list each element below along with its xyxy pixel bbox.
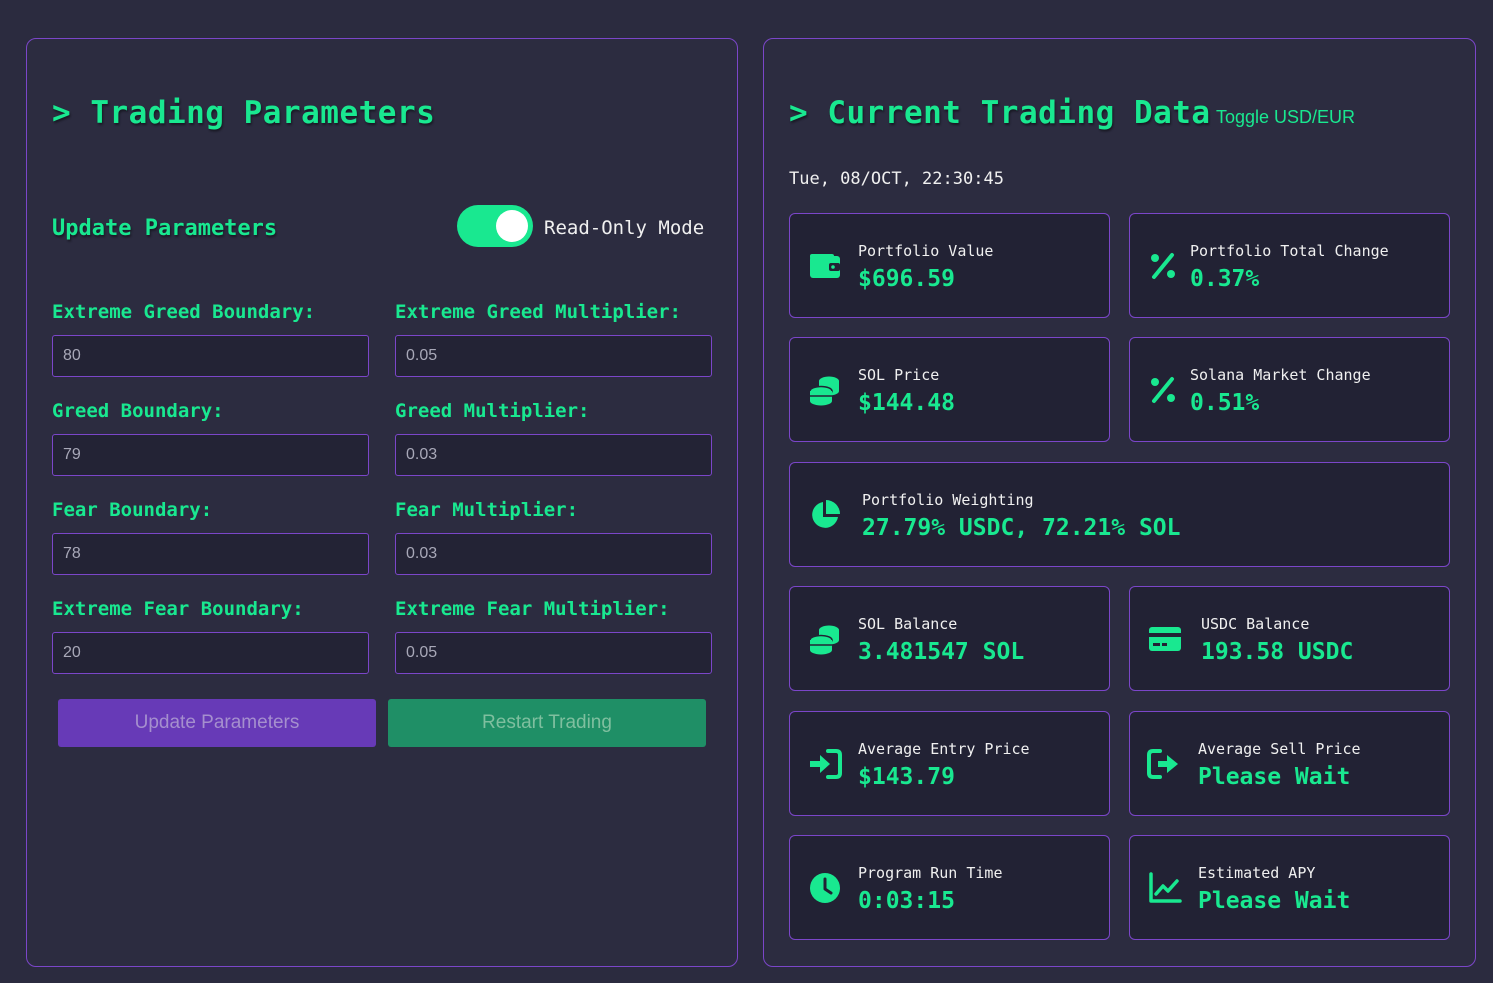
greed-boundary-label: Greed Boundary: <box>52 400 224 422</box>
average-sell-price-card: Average Sell Price Please Wait <box>1129 711 1450 816</box>
line-chart-icon <box>1149 871 1182 903</box>
card-label: Estimated APY <box>1198 864 1316 882</box>
card-label: Portfolio Weighting <box>862 491 1034 509</box>
solana-market-change-card: Solana Market Change 0.51% <box>1129 337 1450 442</box>
current-datetime: Tue, 08/OCT, 22:30:45 <box>789 169 1004 189</box>
portfolio-value-card: Portfolio Value $696.59 <box>789 213 1110 318</box>
card-label: Portfolio Value <box>858 242 994 260</box>
sign-out-icon <box>1147 748 1178 779</box>
restart-trading-button[interactable]: Restart Trading <box>388 699 706 747</box>
toggle-knob <box>496 210 528 242</box>
extreme-greed-boundary-label: Extreme Greed Boundary: <box>52 301 316 323</box>
card-label: Program Run Time <box>858 864 1003 882</box>
coins-icon <box>809 625 839 654</box>
program-run-time-card: Program Run Time 0:03:15 <box>789 835 1110 940</box>
fear-multiplier-input[interactable] <box>395 533 712 575</box>
extreme-fear-multiplier-label: Extreme Fear Multiplier: <box>395 598 670 620</box>
current-trading-data-panel: > Current Trading Data Toggle USD/EUR Tu… <box>763 38 1476 967</box>
portfolio-weighting-card: Portfolio Weighting 27.79% USDC, 72.21% … <box>789 462 1450 567</box>
update-parameters-heading: Update Parameters <box>52 216 278 241</box>
card-value: 0.37% <box>1190 266 1260 292</box>
portfolio-total-change-card: Portfolio Total Change 0.37% <box>1129 213 1450 318</box>
card-label: Average Sell Price <box>1198 740 1361 758</box>
extreme-fear-multiplier-input[interactable] <box>395 632 712 674</box>
greed-boundary-input[interactable] <box>52 434 369 476</box>
coins-icon <box>809 376 839 405</box>
card-value: 27.79% USDC, 72.21% SOL <box>862 515 1181 541</box>
panel-title: > Trading Parameters <box>52 95 436 131</box>
greed-multiplier-input[interactable] <box>395 434 712 476</box>
panel-title: > Current Trading Data <box>789 95 1211 131</box>
trading-parameters-panel: > Trading Parameters Update Parameters R… <box>26 38 738 967</box>
greed-multiplier-label: Greed Multiplier: <box>395 400 590 422</box>
card-label: SOL Price <box>858 366 940 384</box>
extreme-fear-boundary-input[interactable] <box>52 632 369 674</box>
extreme-greed-multiplier-label: Extreme Greed Multiplier: <box>395 301 681 323</box>
card-value: 0:03:15 <box>858 888 955 914</box>
extreme-greed-boundary-input[interactable] <box>52 335 369 377</box>
sign-in-icon <box>810 748 842 779</box>
fear-boundary-input[interactable] <box>52 533 369 575</box>
card-label: Average Entry Price <box>858 740 1030 758</box>
card-value: 3.481547 SOL <box>858 639 1025 665</box>
card-label: Portfolio Total Change <box>1190 242 1389 260</box>
update-parameters-button[interactable]: Update Parameters <box>58 699 376 747</box>
percent-icon <box>1151 252 1175 279</box>
card-label: Solana Market Change <box>1190 366 1371 384</box>
read-only-label: Read-Only Mode <box>544 217 705 239</box>
toggle-currency-link[interactable]: Toggle USD/EUR <box>1216 107 1355 128</box>
usdc-balance-card: USDC Balance 193.58 USDC <box>1129 586 1450 691</box>
fear-boundary-label: Fear Boundary: <box>52 499 213 521</box>
card-value: 0.51% <box>1190 390 1260 416</box>
estimated-apy-card: Estimated APY Please Wait <box>1129 835 1450 940</box>
card-value: $143.79 <box>858 764 955 790</box>
average-entry-price-card: Average Entry Price $143.79 <box>789 711 1110 816</box>
sol-balance-card: SOL Balance 3.481547 SOL <box>789 586 1110 691</box>
read-only-toggle[interactable] <box>457 205 533 247</box>
percent-icon <box>1151 376 1175 403</box>
card-value: 193.58 USDC <box>1201 639 1354 665</box>
pie-chart-icon <box>812 499 840 528</box>
extreme-fear-boundary-label: Extreme Fear Boundary: <box>52 598 304 620</box>
sol-price-card: SOL Price $144.48 <box>789 337 1110 442</box>
card-value: Please Wait <box>1198 764 1351 790</box>
credit-card-icon <box>1149 626 1181 651</box>
card-label: SOL Balance <box>858 615 958 633</box>
card-value: $144.48 <box>858 390 955 416</box>
card-value: $696.59 <box>858 266 955 292</box>
card-value: Please Wait <box>1198 888 1351 914</box>
fear-multiplier-label: Fear Multiplier: <box>395 499 579 521</box>
wallet-icon <box>810 253 840 278</box>
card-label: USDC Balance <box>1201 615 1310 633</box>
clock-icon <box>810 872 840 903</box>
extreme-greed-multiplier-input[interactable] <box>395 335 712 377</box>
